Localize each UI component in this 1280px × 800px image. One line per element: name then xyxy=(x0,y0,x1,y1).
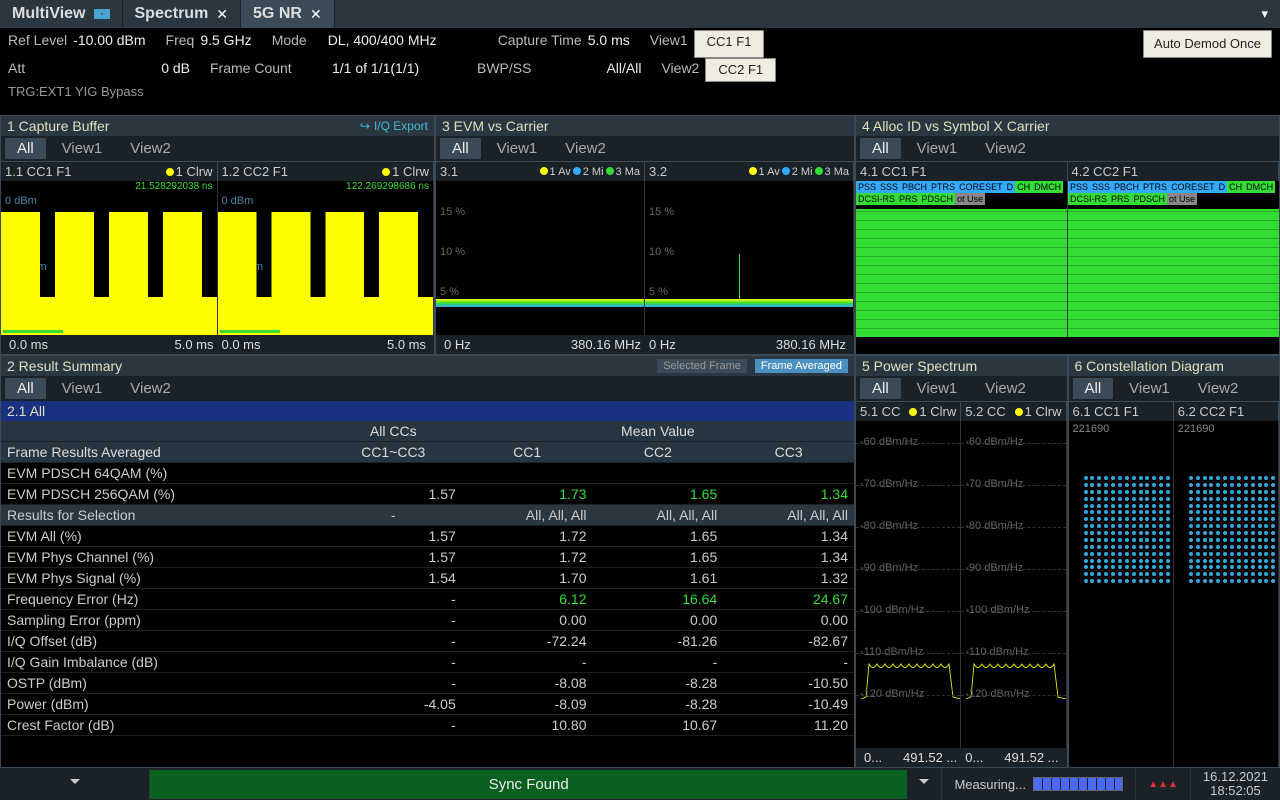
pane4-title: 4 Alloc ID vs Symbol X Carrier xyxy=(862,118,1050,134)
alloc-plot-1[interactable]: PSSSSSPBCHPTRSCORESETDCHDMCHDCSI-RSPRSPD… xyxy=(856,181,1068,337)
bwp-label: BWP/SS xyxy=(477,58,531,82)
pane4-sub2: 4.2 CC2 F1 xyxy=(1072,164,1138,179)
constellation-plot-2[interactable]: 221690 xyxy=(1174,421,1279,767)
pane5-tab-view2[interactable]: View2 xyxy=(973,378,1038,399)
pane5-title: 5 Power Spectrum xyxy=(862,358,977,374)
iq-export-button[interactable]: ↪ I/Q Export xyxy=(360,119,428,133)
pane1-tab-view1[interactable]: View1 xyxy=(50,138,115,159)
close-icon[interactable]: ✕ xyxy=(216,6,228,23)
alloc-legend: PSSSSSPBCHPTRSCORESETDCHDMCHDCSI-RSPRSPD… xyxy=(856,181,1067,205)
pane6-tab-view2[interactable]: View2 xyxy=(1186,378,1251,399)
warning-icon[interactable]: ▲▲▲ xyxy=(1136,768,1191,800)
pane3-tab-all[interactable]: All xyxy=(440,138,481,159)
close-icon[interactable]: ✕ xyxy=(310,6,322,23)
mode-label: Mode xyxy=(272,30,322,58)
pane6-title: 6 Constellation Diagram xyxy=(1075,358,1224,374)
tab-spectrum[interactable]: Spectrum ✕ xyxy=(123,0,242,28)
tab-multiview-label: MultiView xyxy=(12,5,86,23)
pane2-tab-view1[interactable]: View1 xyxy=(50,378,115,399)
pane5-tab-all[interactable]: All xyxy=(860,378,901,399)
pane4-tab-view1[interactable]: View1 xyxy=(905,138,970,159)
pane4-tab-view2[interactable]: View2 xyxy=(973,138,1038,159)
evm-plot-1[interactable]: 15 % 10 % 5 % xyxy=(436,181,645,335)
evm-plot-2[interactable]: 15 % 10 % 5 % xyxy=(645,181,854,335)
tab-5gnr-label: 5G NR xyxy=(253,5,302,23)
pane5-tab-view1[interactable]: View1 xyxy=(905,378,970,399)
pane1-title: 1 Capture Buffer xyxy=(7,118,109,134)
frame-count-value: 1/1 of 1/1(1/1) xyxy=(332,58,457,82)
result-table: All CCsMean Value Frame Results Averaged… xyxy=(1,421,854,736)
capture-plot-1[interactable]: 21.528292038 ns 0 dBm -50 dBm xyxy=(1,181,218,335)
capture-plot-2[interactable]: 122.269298686 ns 0 dBm -50 dBm xyxy=(218,181,435,335)
tab-spectrum-label: Spectrum xyxy=(135,5,209,23)
sync-status: Sync Found xyxy=(150,770,907,799)
bwp-value: All/All xyxy=(537,58,641,82)
view2-label: View2 xyxy=(661,58,699,82)
freq-value: 9.5 GHz xyxy=(200,30,251,58)
pane2-title: 2 Result Summary xyxy=(7,358,122,374)
spectrum-plot-2[interactable]: -60 dBm/Hz-70 dBm/Hz-80 dBm/Hz-90 dBm/Hz… xyxy=(961,421,1066,748)
pane-constellation: 6 Constellation Diagram All View1 View2 … xyxy=(1068,355,1280,768)
pane3-title: 3 EVM vs Carrier xyxy=(442,118,549,134)
status-dropdown[interactable] xyxy=(0,768,150,800)
trigger-status: TRG:EXT1 YIG Bypass xyxy=(0,84,1280,99)
pane2-tab-all[interactable]: All xyxy=(5,378,46,399)
view2-selector[interactable]: CC2 F1 xyxy=(705,58,776,82)
pane1-tab-view2[interactable]: View2 xyxy=(118,138,183,159)
tab-overflow-button[interactable]: ▾ xyxy=(1249,6,1280,22)
spectrum-plot-1[interactable]: -60 dBm/Hz-70 dBm/Hz-80 dBm/Hz-90 dBm/Hz… xyxy=(856,421,961,748)
view1-label: View1 xyxy=(650,30,688,58)
frame-averaged-badge[interactable]: Frame Averaged xyxy=(755,359,848,373)
att-label: Att xyxy=(8,58,66,82)
pane1-sub2: 1.2 CC2 F1 xyxy=(222,164,288,179)
pane4-sub1: 4.1 CC1 F1 xyxy=(860,164,926,179)
pane-result-summary: 2 Result Summary Selected Frame Frame Av… xyxy=(0,355,855,768)
progress-bar-icon xyxy=(1033,777,1123,791)
tab-5gnr[interactable]: 5G NR ✕ xyxy=(241,0,335,28)
pane6-tab-view1[interactable]: View1 xyxy=(1117,378,1182,399)
pane4-tab-all[interactable]: All xyxy=(860,138,901,159)
top-tab-bar: MultiView Spectrum ✕ 5G NR ✕ ▾ xyxy=(0,0,1280,28)
capture-time-label: Capture Time xyxy=(498,30,582,58)
selected-frame-badge[interactable]: Selected Frame xyxy=(657,359,747,373)
pane-evm-carrier: 3 EVM vs Carrier All View1 View2 3.11 Av… xyxy=(435,115,855,355)
freq-label: Freq xyxy=(166,30,195,58)
view1-selector[interactable]: CC1 F1 xyxy=(694,30,765,58)
alloc-legend: PSSSSSPBCHPTRSCORESETDCHDMCHDCSI-RSPRSPD… xyxy=(1068,181,1279,205)
capture-time-value: 5.0 ms xyxy=(588,30,630,58)
constellation-plot-1[interactable]: 221690 xyxy=(1069,421,1174,767)
clock: 16.12.2021 18:52:05 xyxy=(1191,770,1280,798)
pane3-tab-view2[interactable]: View2 xyxy=(553,138,618,159)
frame-count-label: Frame Count xyxy=(210,58,326,82)
multiview-grid-icon xyxy=(94,9,110,19)
pane3-tab-view1[interactable]: View1 xyxy=(485,138,550,159)
pane2-tab-view2[interactable]: View2 xyxy=(118,378,183,399)
parameter-panel: Ref Level -10.00 dBm Freq 9.5 GHz Mode D… xyxy=(0,28,1280,84)
ref-level-label: Ref Level xyxy=(8,30,67,58)
status-expand[interactable] xyxy=(907,768,942,800)
ref-level-value: -10.00 dBm xyxy=(73,30,145,58)
pane-power-spectrum: 5 Power Spectrum All View1 View2 5.1 CC1… xyxy=(855,355,1068,768)
measuring-status: Measuring... xyxy=(942,768,1136,800)
tab-multiview[interactable]: MultiView xyxy=(0,0,123,28)
pane6-tab-all[interactable]: All xyxy=(1073,378,1114,399)
alloc-plot-2[interactable]: PSSSSSPBCHPTRSCORESETDCHDMCHDCSI-RSPRSPD… xyxy=(1068,181,1279,337)
status-bar: Sync Found Measuring... ▲▲▲ 16.12.2021 1… xyxy=(0,768,1280,800)
pane-alloc-id: 4 Alloc ID vs Symbol X Carrier All View1… xyxy=(855,115,1280,355)
mode-value: DL, 400/400 MHz xyxy=(328,30,478,58)
pane1-sub1: 1.1 CC1 F1 xyxy=(5,164,71,179)
pane2-subtitle: 2.1 All xyxy=(1,401,854,421)
pane-capture-buffer: 1 Capture Buffer ↪ I/Q Export All View1 … xyxy=(0,115,435,355)
att-value: 0 dB xyxy=(72,58,190,82)
auto-demod-button[interactable]: Auto Demod Once xyxy=(1143,30,1272,58)
pane1-tab-all[interactable]: All xyxy=(5,138,46,159)
